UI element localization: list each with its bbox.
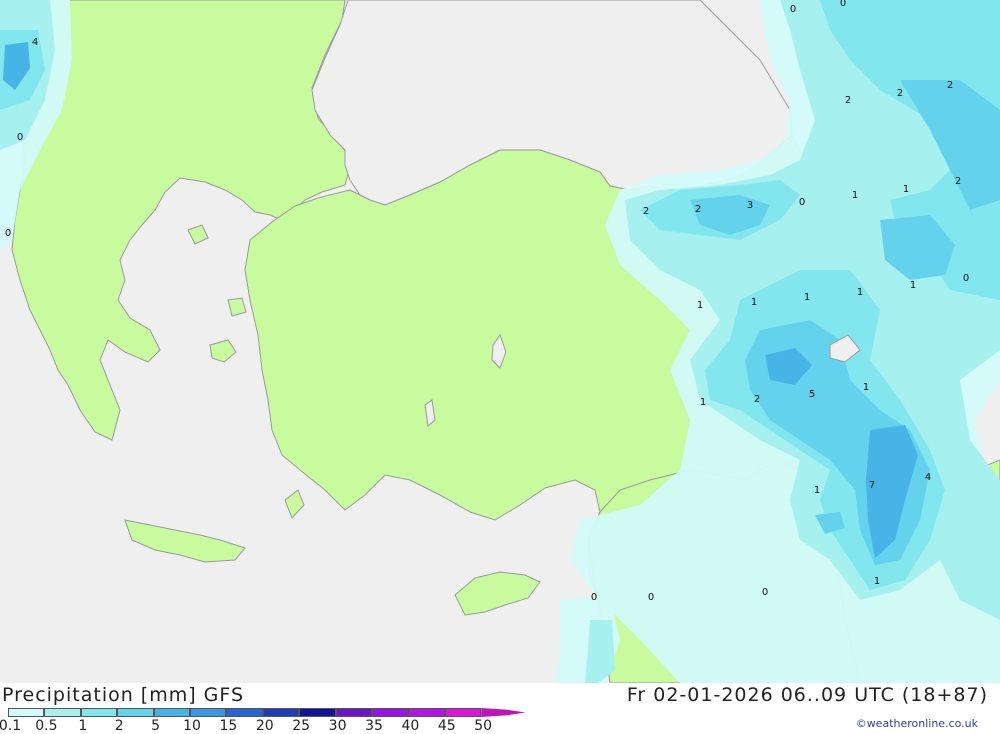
footer: Precipitation [mm] GFS Fr 02-01-2026 06.… xyxy=(0,683,1000,734)
precip-label: 0 xyxy=(799,197,805,208)
legend-label: 30 xyxy=(328,718,347,734)
credit-link[interactable]: ©weatheronline.co.uk xyxy=(856,717,978,730)
forecast-datetime: Fr 02-01-2026 06..09 UTC (18+87) xyxy=(626,684,988,706)
precip-label: 0 xyxy=(762,587,768,598)
precip-label: 4 xyxy=(925,472,931,483)
precip-label: 1 xyxy=(874,576,880,587)
legend-swatch xyxy=(262,708,300,717)
precip-label: 4 xyxy=(32,37,38,48)
precip-label: 1 xyxy=(903,184,909,195)
precip-label: 2 xyxy=(643,206,649,217)
precip-label: 2 xyxy=(897,88,903,99)
legend-swatch xyxy=(153,708,190,717)
precip-label: 3 xyxy=(747,200,753,211)
legend-label: 35 xyxy=(365,718,383,734)
precip-label: 1 xyxy=(910,280,916,291)
precip-label: 2 xyxy=(845,95,851,106)
legend-label: 2 xyxy=(114,718,124,734)
legend-swatch xyxy=(44,708,81,717)
precip-label: 0 xyxy=(591,592,597,603)
precip-label: 0 xyxy=(790,4,796,15)
legend-label: 5 xyxy=(151,718,161,734)
precip-label: 5 xyxy=(809,389,815,400)
precip-label: 1 xyxy=(700,397,706,408)
precip-label: 1 xyxy=(697,300,703,311)
precip-label: 7 xyxy=(869,480,875,491)
precip-label: 0 xyxy=(5,228,11,239)
precip-label: 0 xyxy=(963,273,969,284)
precip-label: 0 xyxy=(17,132,23,143)
precip-label: 1 xyxy=(857,287,863,298)
legend-swatch xyxy=(444,708,482,717)
legend-swatch xyxy=(408,708,445,717)
precip-label: 1 xyxy=(814,485,820,496)
legend-swatch xyxy=(372,708,409,717)
legend-swatch xyxy=(190,708,227,717)
legend-label: 0.5 xyxy=(35,718,58,734)
legend-swatch xyxy=(481,708,526,717)
map-title: Precipitation [mm] GFS xyxy=(2,684,245,706)
legend-swatch xyxy=(335,708,372,717)
legend-label: 45 xyxy=(437,718,456,734)
legend-swatch xyxy=(80,708,118,717)
precip-label: 2 xyxy=(955,176,961,187)
legend-label: 40 xyxy=(401,718,420,734)
precipitation-map: 4 0 0 0 0 2 2 2 2 2 2 3 0 1 1 0 1 1 1 1 5 1 2 1 7 4 1 1 0 0 0 1 xyxy=(0,0,1000,683)
precip-label: 0 xyxy=(648,592,654,603)
legend-swatch xyxy=(299,708,336,717)
legend-swatch xyxy=(117,708,154,717)
legend-swatch xyxy=(8,708,45,717)
precip-label: 2 xyxy=(947,80,953,91)
precip-label: 1 xyxy=(804,292,810,303)
precip-label: 2 xyxy=(754,394,760,405)
legend-label: 50 xyxy=(474,718,493,734)
legend-label: 15 xyxy=(219,718,238,734)
precip-label: 1 xyxy=(751,297,757,308)
legend-label: 20 xyxy=(255,718,274,734)
precip-label: 1 xyxy=(852,190,858,201)
legend-label: 10 xyxy=(183,718,201,734)
precip-label: 1 xyxy=(863,382,869,393)
precip-label: 2 xyxy=(695,204,701,215)
color-legend: 0.1 0.5 1 2 5 10 15 20 25 30 35 40 45 50 xyxy=(0,708,528,734)
legend-label: 0.1 xyxy=(0,718,22,734)
legend-swatch xyxy=(226,708,263,717)
legend-label: 25 xyxy=(292,718,311,734)
legend-label: 1 xyxy=(78,718,88,734)
precip-label: 0 xyxy=(840,0,846,9)
